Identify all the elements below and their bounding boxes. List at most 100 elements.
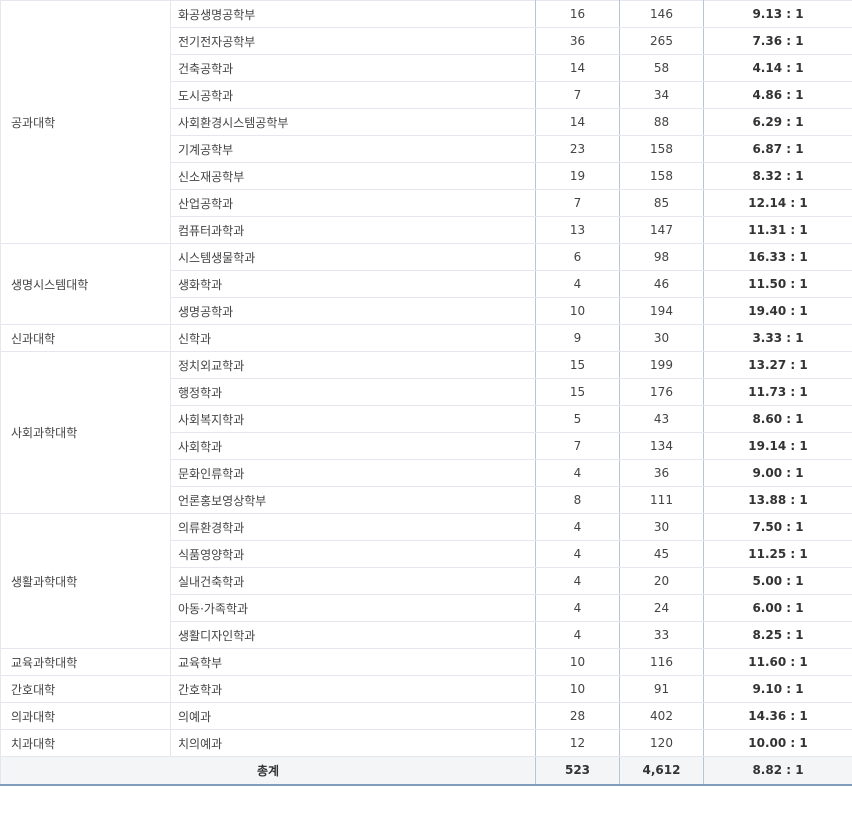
quota-cell: 7 — [535, 432, 620, 460]
quota-cell: 19 — [535, 162, 620, 190]
department-cell: 생활디자인학과 — [170, 621, 536, 649]
applicants-cell: 43 — [619, 405, 704, 433]
admission-table: 공과대학 화공생명공학부 16 146 9.13 : 1 전기전자공학부 36 265 7.36… — [0, 0, 852, 786]
department-cell: 치의예과 — [170, 729, 536, 757]
quota-cell: 10 — [535, 297, 620, 325]
ratio-cell: 7.36 : 1 — [703, 27, 852, 55]
applicants-cell: 33 — [619, 621, 704, 649]
college-cell: 사회과학대학 — [0, 351, 171, 514]
college-cell: 교육과학대학 — [0, 648, 171, 676]
department-cell: 생명공학과 — [170, 297, 536, 325]
ratio-cell: 8.32 : 1 — [703, 162, 852, 190]
quota-cell: 4 — [535, 270, 620, 298]
department-cell: 교육학부 — [170, 648, 536, 676]
quota-cell: 9 — [535, 324, 620, 352]
table-body: 공과대학 화공생명공학부 16 146 9.13 : 1 전기전자공학부 36 265 7.36… — [0, 0, 852, 786]
department-cell: 신학과 — [170, 324, 536, 352]
ratio-cell: 7.50 : 1 — [703, 513, 852, 541]
quota-cell: 12 — [535, 729, 620, 757]
college-cell: 치과대학 — [0, 729, 171, 757]
applicants-cell: 158 — [619, 162, 704, 190]
department-cell: 문화인류학과 — [170, 459, 536, 487]
applicants-cell: 58 — [619, 54, 704, 82]
applicants-cell: 34 — [619, 81, 704, 109]
ratio-cell: 8.60 : 1 — [703, 405, 852, 433]
quota-cell: 6 — [535, 243, 620, 271]
applicants-cell: 45 — [619, 540, 704, 568]
total-row: 총계 523 4,612 8.82 : 1 — [0, 756, 852, 786]
ratio-cell: 9.10 : 1 — [703, 675, 852, 703]
applicants-cell: 88 — [619, 108, 704, 136]
department-cell: 건축공학과 — [170, 54, 536, 82]
total-applicants: 4,612 — [619, 756, 704, 786]
quota-cell: 28 — [535, 702, 620, 730]
applicants-cell: 91 — [619, 675, 704, 703]
department-cell: 언론홍보영상학부 — [170, 486, 536, 514]
ratio-cell: 13.88 : 1 — [703, 486, 852, 514]
table-row: 공과대학 화공생명공학부 16 146 9.13 : 1 — [0, 0, 852, 244]
ratio-cell: 14.36 : 1 — [703, 702, 852, 730]
college-cell: 공과대학 — [0, 0, 171, 244]
applicants-cell: 402 — [619, 702, 704, 730]
applicants-cell: 85 — [619, 189, 704, 217]
quota-cell: 7 — [535, 81, 620, 109]
quota-cell: 4 — [535, 594, 620, 622]
applicants-cell: 134 — [619, 432, 704, 460]
applicants-cell: 24 — [619, 594, 704, 622]
ratio-cell: 9.00 : 1 — [703, 459, 852, 487]
applicants-cell: 176 — [619, 378, 704, 406]
ratio-cell: 4.14 : 1 — [703, 54, 852, 82]
quota-cell: 13 — [535, 216, 620, 244]
quota-cell: 7 — [535, 189, 620, 217]
applicants-cell: 199 — [619, 351, 704, 379]
college-cell: 의과대학 — [0, 702, 171, 730]
ratio-cell: 16.33 : 1 — [703, 243, 852, 271]
quota-cell: 14 — [535, 54, 620, 82]
applicants-cell: 194 — [619, 297, 704, 325]
table-row: 사회과학대학 정치외교학과 15 199 13.27 : 1 — [0, 351, 852, 514]
department-cell: 도시공학과 — [170, 81, 536, 109]
total-quota: 523 — [535, 756, 620, 786]
department-cell: 컴퓨터과학과 — [170, 216, 536, 244]
table-row: 신과대학 신학과 9 30 3.33 : 1 — [0, 324, 852, 352]
applicants-cell: 147 — [619, 216, 704, 244]
applicants-cell: 36 — [619, 459, 704, 487]
department-cell: 의류환경학과 — [170, 513, 536, 541]
table-row: 치과대학 치의예과 12 120 10.00 : 1 — [0, 729, 852, 757]
department-cell: 정치외교학과 — [170, 351, 536, 379]
applicants-cell: 46 — [619, 270, 704, 298]
ratio-cell: 6.29 : 1 — [703, 108, 852, 136]
ratio-cell: 11.50 : 1 — [703, 270, 852, 298]
department-cell: 사회학과 — [170, 432, 536, 460]
ratio-cell: 19.14 : 1 — [703, 432, 852, 460]
department-cell: 신소재공학부 — [170, 162, 536, 190]
quota-cell: 15 — [535, 378, 620, 406]
ratio-cell: 11.73 : 1 — [703, 378, 852, 406]
department-cell: 전기전자공학부 — [170, 27, 536, 55]
quota-cell: 4 — [535, 621, 620, 649]
department-cell: 기계공학부 — [170, 135, 536, 163]
table-row: 생명시스템대학 시스템생물학과 6 98 16.33 : 1 — [0, 243, 852, 325]
department-cell: 화공생명공학부 — [170, 0, 536, 28]
quota-cell: 8 — [535, 486, 620, 514]
department-cell: 시스템생물학과 — [170, 243, 536, 271]
ratio-cell: 11.60 : 1 — [703, 648, 852, 676]
applicants-cell: 20 — [619, 567, 704, 595]
applicants-cell: 30 — [619, 324, 704, 352]
ratio-cell: 10.00 : 1 — [703, 729, 852, 757]
college-cell: 생활과학대학 — [0, 513, 171, 649]
quota-cell: 23 — [535, 135, 620, 163]
quota-cell: 4 — [535, 540, 620, 568]
quota-cell: 15 — [535, 351, 620, 379]
department-cell: 의예과 — [170, 702, 536, 730]
ratio-cell: 11.25 : 1 — [703, 540, 852, 568]
ratio-cell: 5.00 : 1 — [703, 567, 852, 595]
ratio-cell: 6.87 : 1 — [703, 135, 852, 163]
quota-cell: 36 — [535, 27, 620, 55]
department-cell: 실내건축학과 — [170, 567, 536, 595]
department-cell: 간호학과 — [170, 675, 536, 703]
department-cell: 사회환경시스템공학부 — [170, 108, 536, 136]
ratio-cell: 19.40 : 1 — [703, 297, 852, 325]
college-cell: 신과대학 — [0, 324, 171, 352]
applicants-cell: 111 — [619, 486, 704, 514]
